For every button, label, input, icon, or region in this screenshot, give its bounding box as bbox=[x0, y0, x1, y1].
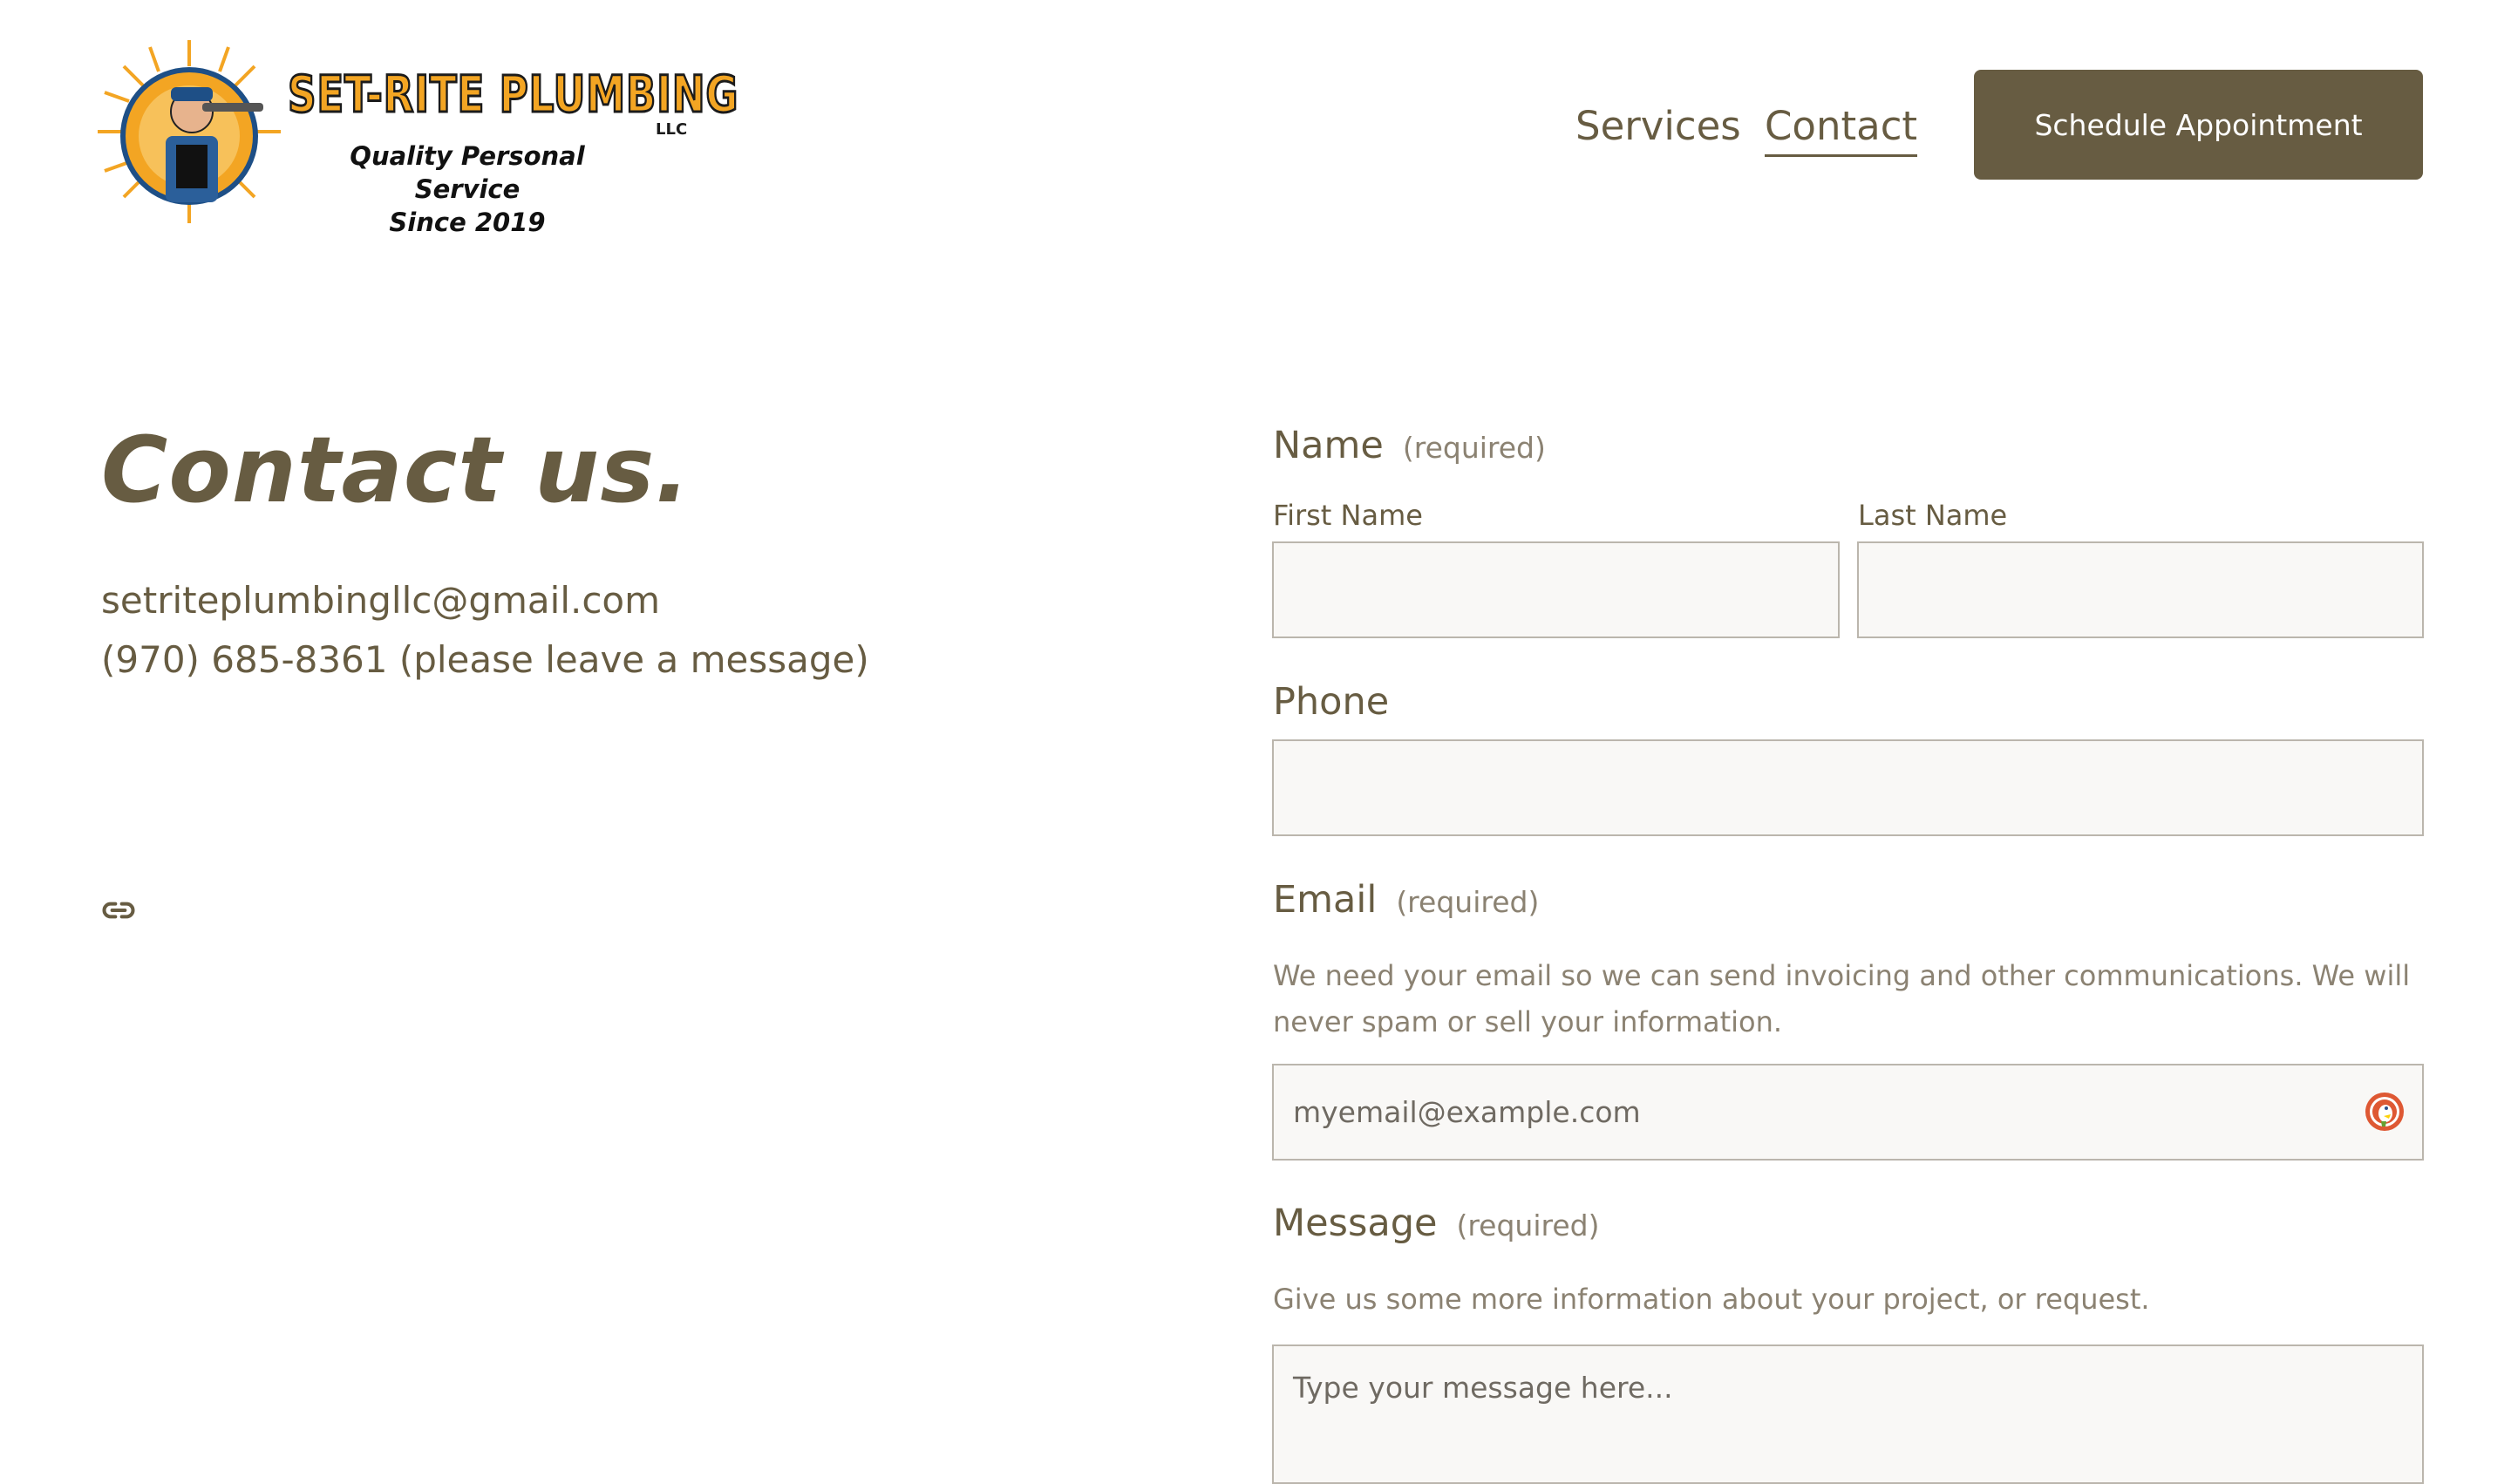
message-required-text: (required) bbox=[1456, 1208, 1600, 1242]
message-textarea[interactable] bbox=[1272, 1344, 2424, 1484]
email-help-text: We need your email so we can send invoic… bbox=[1273, 959, 2411, 1038]
first-name-input[interactable] bbox=[1272, 541, 1840, 638]
nav-services-link[interactable]: Services bbox=[1575, 103, 1741, 149]
contact-email-text: setriteplumbingllc@gmail.com bbox=[101, 579, 661, 622]
schedule-appointment-button[interactable]: Schedule Appointment bbox=[1974, 70, 2423, 180]
email-field-label: Email (required) bbox=[1273, 878, 1539, 922]
first-name-label: First Name bbox=[1273, 499, 1423, 532]
plumber-mascot-icon bbox=[98, 40, 281, 223]
phone-field-label: Phone bbox=[1273, 680, 1390, 724]
name-label-text: Name bbox=[1273, 424, 1384, 467]
page-title: Contact us. bbox=[101, 417, 691, 523]
email-label-text: Email bbox=[1273, 878, 1378, 922]
last-name-label: Last Name bbox=[1858, 499, 2008, 532]
name-field-label: Name (required) bbox=[1273, 424, 1546, 467]
site-logo[interactable]: SET-RITE PLUMBING LLC Quality Personal S… bbox=[98, 33, 739, 237]
logo-llc-text: LLC bbox=[656, 120, 688, 139]
email-required-text: (required) bbox=[1396, 885, 1540, 919]
message-label-text: Message bbox=[1273, 1201, 1438, 1245]
logo-tagline-line1: Quality Personal Service bbox=[350, 141, 585, 204]
message-field-label: Message (required) bbox=[1273, 1201, 1600, 1245]
name-required-text: (required) bbox=[1402, 431, 1546, 465]
logo-brand-text: SET-RITE PLUMBING bbox=[287, 64, 739, 126]
logo-tagline: Quality Personal Service Since 2019 bbox=[293, 140, 642, 239]
email-input[interactable] bbox=[1272, 1064, 2424, 1161]
link-icon[interactable] bbox=[99, 891, 138, 929]
phone-input[interactable] bbox=[1272, 739, 2424, 836]
duckduckgo-icon[interactable] bbox=[2363, 1090, 2406, 1133]
logo-tagline-line2: Since 2019 bbox=[389, 208, 546, 237]
last-name-input[interactable] bbox=[1857, 541, 2424, 638]
message-help-text: Give us some more information about your… bbox=[1273, 1283, 2150, 1316]
contact-phone-text: (970) 685-8361 (please leave a message) bbox=[101, 638, 869, 681]
nav-contact-link[interactable]: Contact bbox=[1765, 103, 1918, 157]
